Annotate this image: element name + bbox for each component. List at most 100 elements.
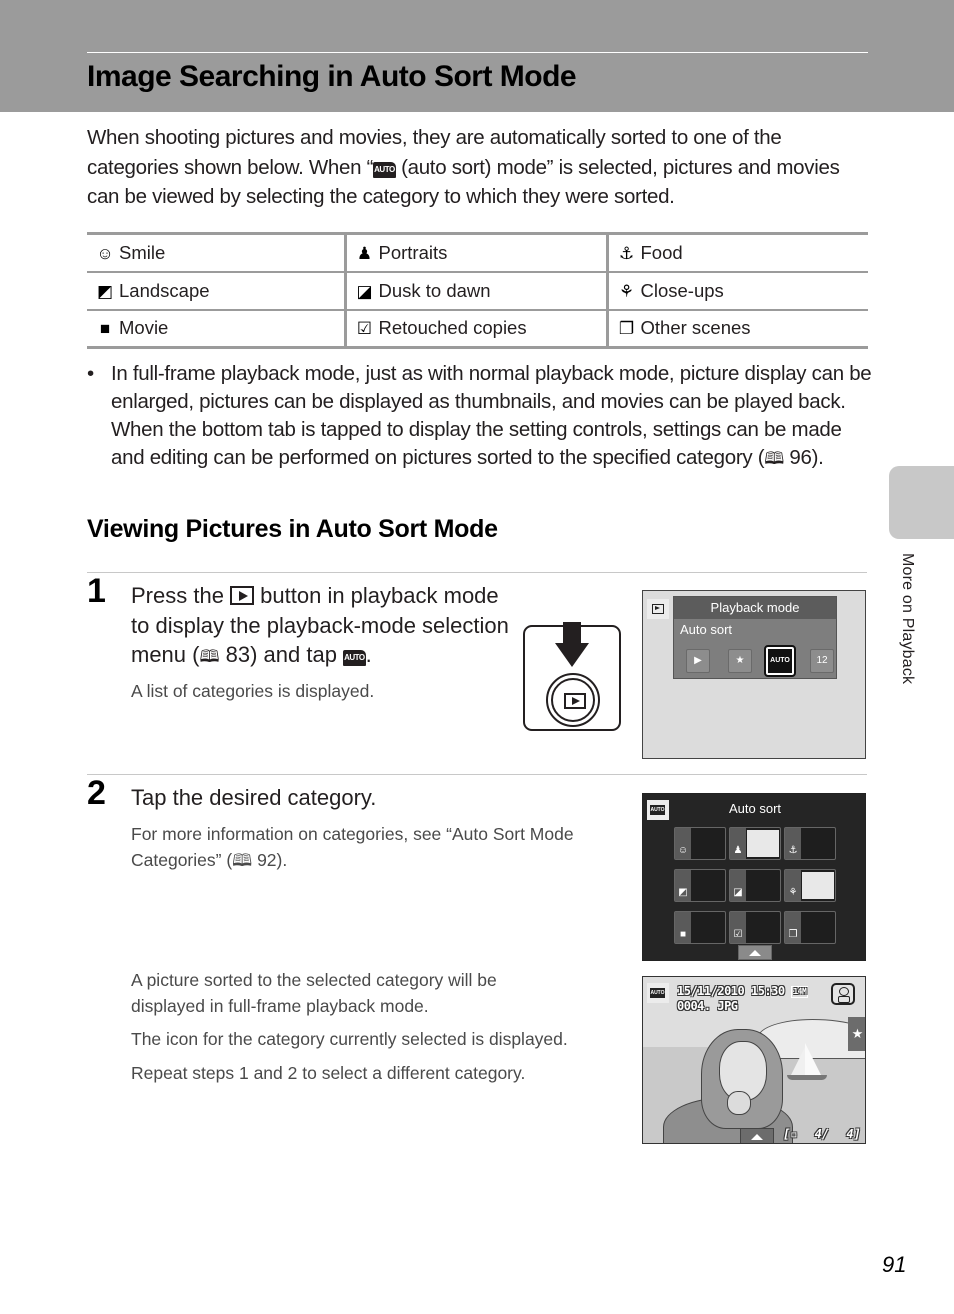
- list-by-date-icon[interactable]: 12: [810, 649, 834, 673]
- playback-button-ring: [551, 678, 595, 722]
- other-scenes-icon: ❐: [618, 319, 635, 339]
- category-button-movie[interactable]: ■: [674, 911, 726, 944]
- smile-icon: ☺: [677, 845, 689, 856]
- playback-mode-screen: Playback mode Auto sort ▶ ★ AUTO 12: [642, 590, 866, 759]
- step-1-head-ref[interactable]: 83) and tap: [220, 642, 344, 667]
- image-info: 15/11/2010 15:30 14M 0004. JPG: [677, 984, 809, 1014]
- photo-person-hand: [727, 1091, 751, 1115]
- bullet-note: • In full-frame playback mode, just as w…: [87, 360, 877, 473]
- bottom-tab-up-button[interactable]: [738, 945, 772, 960]
- favorite-pictures-icon[interactable]: ★: [728, 649, 752, 673]
- step-1-heading: Press the button in playback mode to dis…: [131, 581, 511, 672]
- category-cell: ☺ Smile: [87, 232, 345, 273]
- bullet-ref-page[interactable]: 96).: [784, 446, 823, 469]
- press-arrow-icon: [563, 622, 581, 644]
- playback-button[interactable]: [546, 673, 600, 727]
- step-1-body: A list of categories is displayed.: [131, 681, 375, 701]
- menu-selected-label: Auto sort: [680, 622, 733, 637]
- step-2-number: 2: [87, 774, 106, 812]
- category-button-food[interactable]: ⚓: [784, 827, 836, 860]
- intro-paragraph: When shooting pictures and movies, they …: [87, 123, 867, 212]
- bullet-text: In full-frame playback mode, just as wit…: [111, 360, 877, 473]
- playback-button-icon: [230, 586, 255, 605]
- landscape-icon: ◩: [96, 281, 114, 301]
- categories-table: ☺ Smile ♟ Portraits ⚓ Food ◩ Landscape ◪ Dusk to …: [87, 232, 868, 349]
- step-2-rule: [87, 774, 867, 775]
- category-button-close-ups[interactable]: ⚘: [784, 869, 836, 902]
- category-thumbnail: [802, 872, 834, 899]
- menu-title: Playback mode: [674, 597, 836, 619]
- playback-tab[interactable]: [647, 599, 669, 619]
- landscape-icon: ◩: [678, 887, 688, 898]
- auto-sort-icon: AUTO: [343, 650, 366, 666]
- category-cell: ♟ Portraits: [343, 232, 607, 273]
- food-icon: ⚓: [618, 243, 635, 263]
- step-1-number: 1: [87, 572, 106, 610]
- frame-counter: [▫ 4/ 4]: [783, 1127, 861, 1141]
- photo-sail: [791, 1047, 805, 1075]
- step-2-body-4: Repeat steps 1 and 2 to select a differe…: [131, 1063, 526, 1083]
- page-title: Image Searching in Auto Sort Mode: [87, 60, 577, 93]
- playback-mode-menu: Playback mode Auto sort ▶ ★ AUTO 12: [673, 596, 837, 679]
- step-2-body-1-ref[interactable]: 92).: [252, 850, 287, 870]
- category-cell: ⚘ Close-ups: [605, 270, 868, 311]
- movie-icon: ■: [679, 929, 687, 940]
- auto-sort-icon[interactable]: AUTO: [764, 645, 796, 677]
- movie-icon: ■: [99, 319, 111, 339]
- portrait-category-icon: [831, 983, 855, 1005]
- smile-icon: ☺: [96, 243, 114, 263]
- category-cell: ⚓ Food: [605, 232, 868, 273]
- category-button-retouched[interactable]: ☑: [729, 911, 781, 944]
- category-cell: ☑ Retouched copies: [343, 308, 607, 349]
- image-size-badge: 14M: [791, 986, 809, 998]
- file-name: 0004. JPG: [677, 999, 738, 1013]
- header-band: [0, 0, 954, 112]
- step-2-body-3: The icon for the category currently sele…: [131, 1029, 568, 1049]
- category-label: Landscape: [119, 279, 210, 301]
- book-reference-icon: 🕮: [232, 851, 253, 870]
- portrait-icon: ♟: [356, 243, 373, 263]
- category-button-other-scenes[interactable]: ❐: [784, 911, 836, 944]
- category-row: ■ Movie ☑ Retouched copies ❐ Other scenes: [87, 308, 868, 349]
- book-reference-icon: 🕮: [199, 647, 220, 666]
- category-cell: ◩ Landscape: [87, 270, 345, 311]
- press-arrow-head-icon: [555, 643, 589, 667]
- category-button-landscape[interactable]: ◩: [674, 869, 726, 902]
- category-label: Other scenes: [640, 317, 751, 339]
- category-row: ☺ Smile ♟ Portraits ⚓ Food: [87, 232, 868, 273]
- auto-sort-screen: AUTO Auto sort ☺ ♟ ⚓ ◩ ◪ ⚘ ■ ☑ ❐: [642, 793, 866, 961]
- retouched-icon: ☑: [733, 929, 743, 940]
- bullet-dot: •: [87, 362, 94, 385]
- full-frame-playback-screen: AUTO 15/11/2010 15:30 14M 0004. JPG ★ [▫…: [642, 976, 866, 1144]
- step-2-heading: Tap the desired category.: [131, 785, 377, 810]
- category-button-portraits[interactable]: ♟: [729, 827, 781, 860]
- chapter-side-label: More on Playback: [899, 553, 916, 685]
- step-1-head-text-1: Press the: [131, 583, 231, 608]
- play-icon: [564, 693, 586, 709]
- photo-boat: [787, 1075, 827, 1080]
- playback-button-illustration: [523, 622, 621, 731]
- category-label: Smile: [119, 241, 166, 263]
- step-2-body-1-text: For more information on categories, see …: [131, 824, 574, 870]
- auto-sort-tab[interactable]: AUTO: [647, 983, 669, 1003]
- close-ups-icon: ⚘: [788, 887, 798, 898]
- favorite-star-tab[interactable]: ★: [848, 1017, 865, 1051]
- category-label: Movie: [119, 317, 169, 339]
- auto-sort-icon: AUTO: [650, 988, 665, 998]
- dusk-to-dawn-icon: ◪: [356, 281, 373, 301]
- step-1-head-end: .: [365, 642, 372, 667]
- category-row: ◩ Landscape ◪ Dusk to dawn ⚘ Close-ups: [87, 270, 868, 311]
- portraits-icon: ♟: [733, 845, 743, 856]
- play-icon: [652, 604, 664, 614]
- bottom-tab-up-button[interactable]: [740, 1128, 774, 1143]
- page-number: 91: [882, 1252, 907, 1277]
- category-button-dusk-to-dawn[interactable]: ◪: [729, 869, 781, 902]
- category-button-smile[interactable]: ☺: [674, 827, 726, 860]
- auto-sort-icon: AUTO: [373, 161, 396, 178]
- category-cell: ❐ Other scenes: [605, 308, 868, 349]
- date-time: 15/11/2010 15:30: [677, 984, 785, 998]
- playback-icon[interactable]: ▶: [686, 649, 710, 673]
- category-label: Close-ups: [640, 279, 724, 301]
- food-icon: ⚓: [788, 845, 798, 856]
- step-2-body-2: A picture sorted to the selected categor…: [131, 970, 497, 1016]
